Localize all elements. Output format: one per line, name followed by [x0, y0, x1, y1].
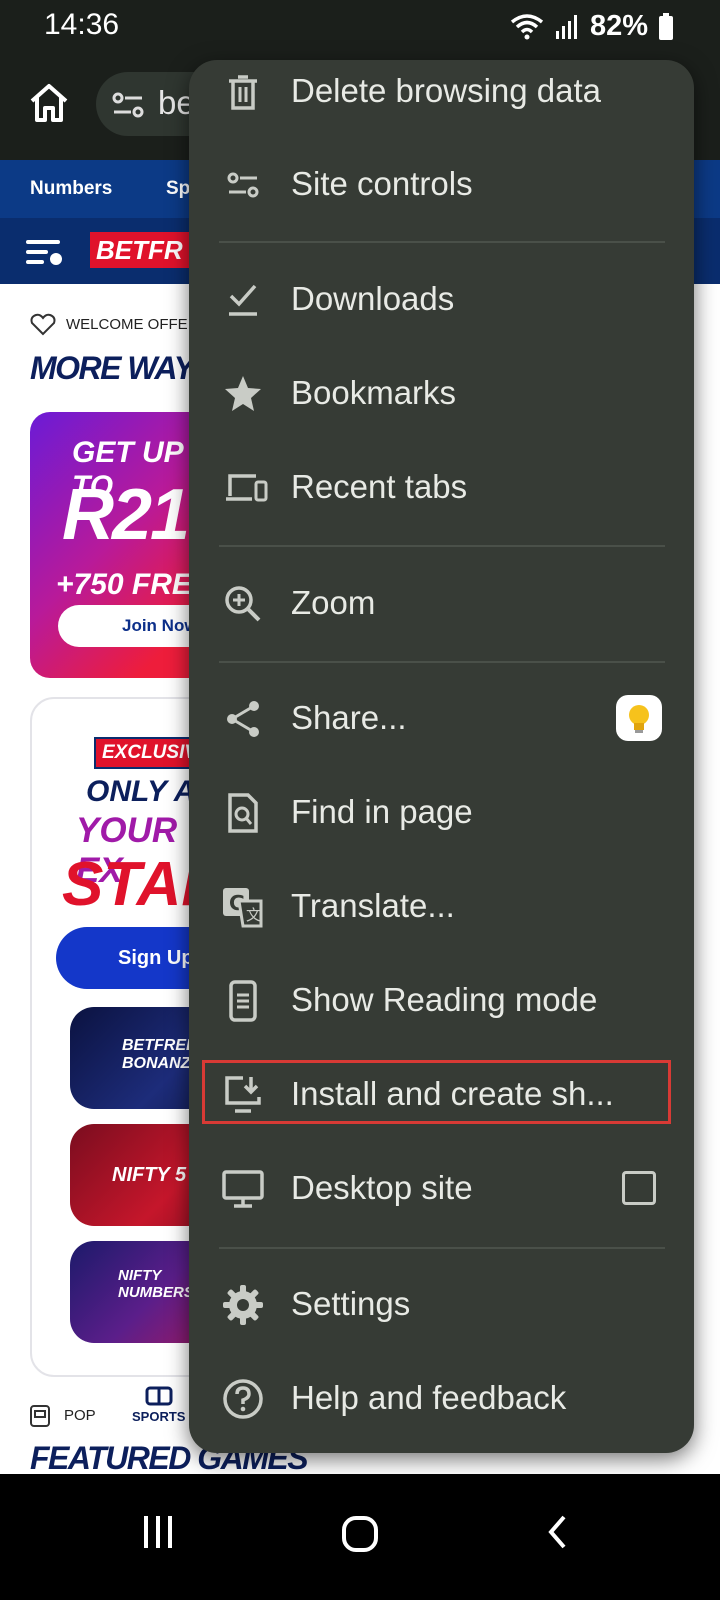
reading-mode-icon: [229, 980, 257, 1022]
help-icon: [223, 1379, 263, 1419]
status-bar: 14:36 82%: [0, 0, 720, 50]
wifi-icon: [510, 13, 544, 39]
hamburger-icon[interactable]: [26, 238, 64, 266]
home-nav-icon[interactable]: [340, 1514, 380, 1554]
menu-divider: [219, 661, 665, 663]
menu-item-label: Zoom: [291, 584, 376, 621]
menu-item-settings[interactable]: Settings: [189, 1258, 694, 1352]
status-icons: 82%: [510, 10, 674, 43]
menu-divider: [219, 1247, 665, 1249]
trash-icon: [229, 75, 257, 110]
sports-label: SPORTS: [132, 1409, 186, 1424]
monitor-icon: [222, 1170, 264, 1208]
battery-percent: 82%: [589, 10, 648, 42]
menu-divider: [219, 241, 665, 243]
slot-machine-icon: [30, 1405, 50, 1427]
nav-item-sports[interactable]: Sp: [166, 178, 190, 200]
battery-icon: [659, 12, 673, 40]
popular-text: POP: [64, 1406, 96, 1424]
menu-item-label: Translate...: [291, 887, 455, 924]
menu-item-site-controls[interactable]: Site controls: [189, 138, 694, 232]
menu-item-label: Show Reading mode: [291, 981, 598, 1018]
menu-item-label: Site controls: [291, 165, 473, 202]
menu-item-label: Bookmarks: [291, 374, 457, 411]
menu-item-label: Help and feedback: [291, 1379, 567, 1416]
menu-item-bookmarks[interactable]: Bookmarks: [189, 347, 694, 441]
back-icon[interactable]: [546, 1514, 570, 1550]
recent-apps-icon[interactable]: [140, 1514, 176, 1550]
menu-item-label: Find in page: [291, 793, 473, 830]
menu-item-translate[interactable]: G 文 Translate...: [189, 860, 694, 954]
download-check-icon: [229, 284, 257, 316]
handshake-icon: [30, 313, 56, 336]
menu-item-help-and-feedback[interactable]: Help and feedback: [189, 1352, 694, 1446]
nav-item-numbers[interactable]: Numbers: [30, 178, 112, 200]
menu-item-share[interactable]: Share...: [189, 672, 694, 766]
svg-text:文: 文: [246, 906, 261, 924]
menu-item-recent-tabs[interactable]: Recent tabs: [189, 441, 694, 535]
overflow-menu: Delete browsing data Site controls Downl…: [189, 60, 694, 1453]
signal-icon: [555, 14, 577, 39]
menu-item-label: Delete browsing data: [291, 72, 602, 109]
menu-item-zoom[interactable]: Zoom: [189, 557, 694, 651]
menu-item-label: Recent tabs: [291, 468, 468, 505]
translate-icon: G 文: [223, 888, 263, 928]
home-icon[interactable]: [26, 80, 72, 126]
ticket-icon: [145, 1386, 173, 1406]
menu-item-desktop-site[interactable]: Desktop site: [189, 1142, 694, 1236]
menu-item-label: Settings: [291, 1285, 411, 1322]
menu-divider: [219, 545, 665, 547]
menu-item-downloads[interactable]: Downloads: [189, 253, 694, 347]
welcome-text: WELCOME OFFE: [66, 315, 188, 333]
popular-label: POP: [30, 1402, 96, 1428]
lightbulb-icon[interactable]: [616, 695, 662, 741]
menu-item-delete-browsing-data[interactable]: Delete browsing data: [189, 60, 694, 139]
menu-item-label: Desktop site: [291, 1169, 473, 1206]
clock: 14:36: [44, 8, 120, 41]
menu-item-show-reading-mode[interactable]: Show Reading mode: [189, 954, 694, 1048]
system-nav-bar: [0, 1474, 720, 1600]
tune-icon[interactable]: [112, 90, 144, 120]
find-in-page-icon: [228, 793, 258, 833]
game-tile-label: NIFTY 5: [112, 1164, 187, 1186]
menu-item-label: Share...: [291, 699, 407, 736]
promo-line-2: R21: [62, 475, 190, 555]
devices-icon: [226, 474, 268, 502]
welcome-offer-label: WELCOME OFFE: [30, 312, 188, 336]
share-icon: [227, 701, 259, 737]
gear-icon: [223, 1285, 263, 1325]
sports-tab[interactable]: SPORTS: [132, 1386, 185, 1424]
menu-item-label: Downloads: [291, 280, 455, 317]
tune-icon: [227, 172, 259, 198]
zoom-in-icon: [225, 586, 261, 622]
install-highlight-box: [202, 1060, 671, 1124]
desktop-site-checkbox[interactable]: [622, 1171, 656, 1205]
menu-item-find-in-page[interactable]: Find in page: [189, 766, 694, 860]
star-icon: [225, 376, 261, 411]
